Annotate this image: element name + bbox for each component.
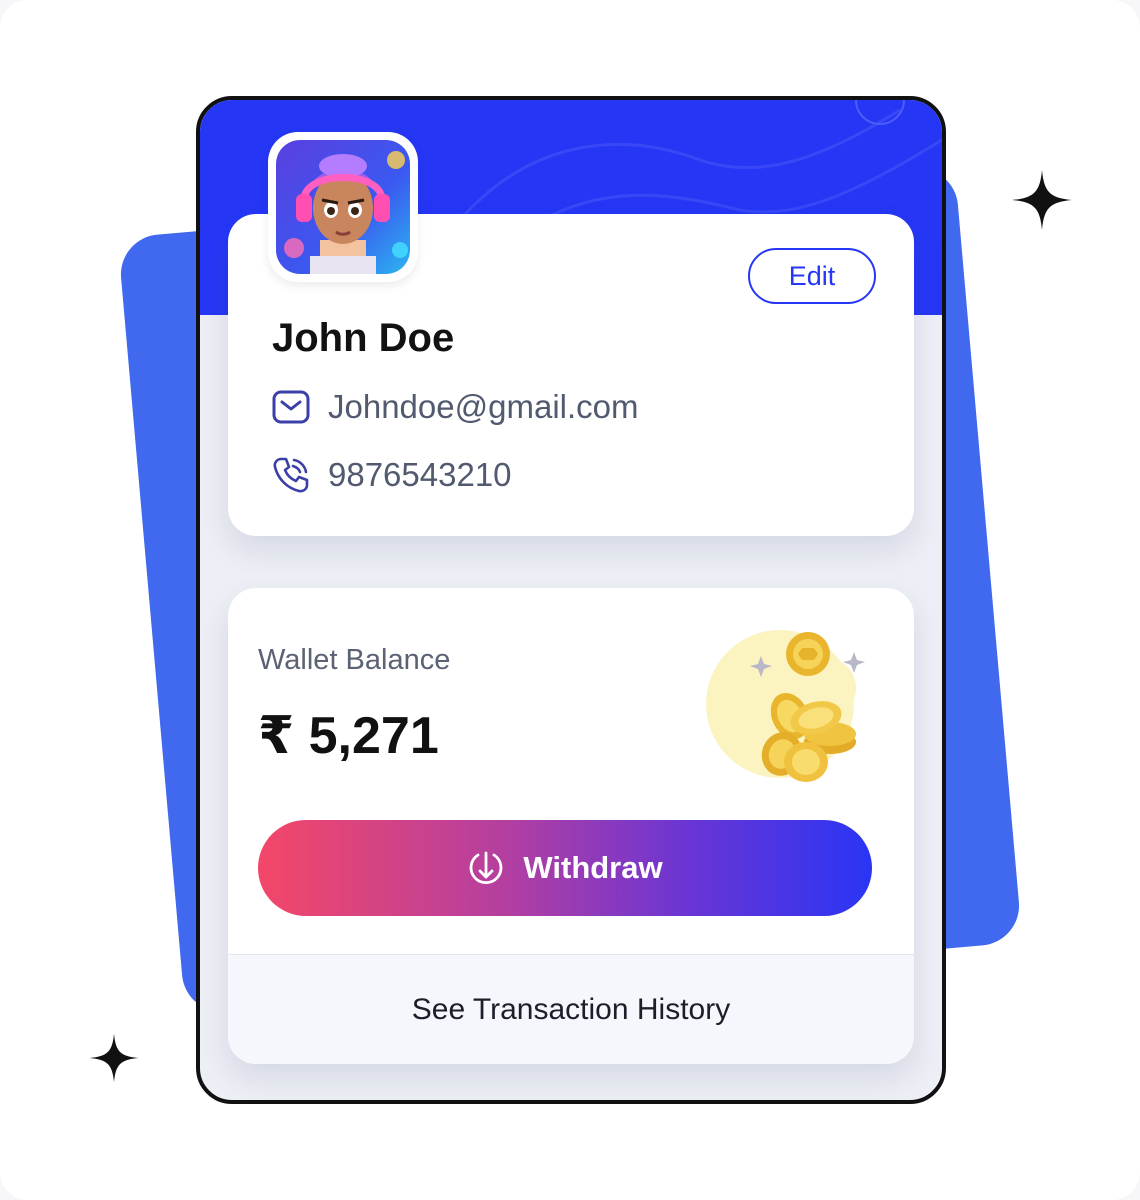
avatar-image	[276, 140, 410, 274]
sparkle-icon	[89, 1033, 139, 1083]
profile-card: Edit John Doe Johndoe@gmail.com 98765432…	[228, 132, 914, 536]
mail-icon	[272, 390, 310, 424]
phone-row: 9876543210	[272, 456, 512, 494]
avatar[interactable]	[268, 132, 418, 282]
phone-text: 9876543210	[328, 456, 512, 493]
withdraw-button[interactable]: Withdraw	[258, 820, 872, 916]
see-transaction-history-link[interactable]: See Transaction History	[228, 954, 914, 1064]
edit-profile-button[interactable]: Edit	[748, 248, 876, 304]
gold-coins-illustration	[706, 630, 865, 782]
email-row: Johndoe@gmail.com	[272, 388, 639, 426]
transaction-history-label: See Transaction History	[411, 993, 731, 1026]
wallet-balance-amount: ₹ 5,271	[258, 707, 439, 765]
phone-frame: Edit John Doe Johndoe@gmail.com 98765432…	[196, 96, 946, 1104]
sparkle-icon	[1012, 170, 1072, 230]
email-text: Johndoe@gmail.com	[328, 388, 639, 425]
withdraw-label: Withdraw	[523, 850, 663, 885]
wallet-balance-label: Wallet Balance	[258, 644, 451, 676]
profile-name: John Doe	[272, 316, 455, 360]
download-circle-icon	[470, 851, 503, 885]
wallet-card: Wallet Balance ₹ 5,271 Withdraw See Tran…	[228, 588, 914, 1064]
phone-call-icon	[273, 457, 309, 493]
